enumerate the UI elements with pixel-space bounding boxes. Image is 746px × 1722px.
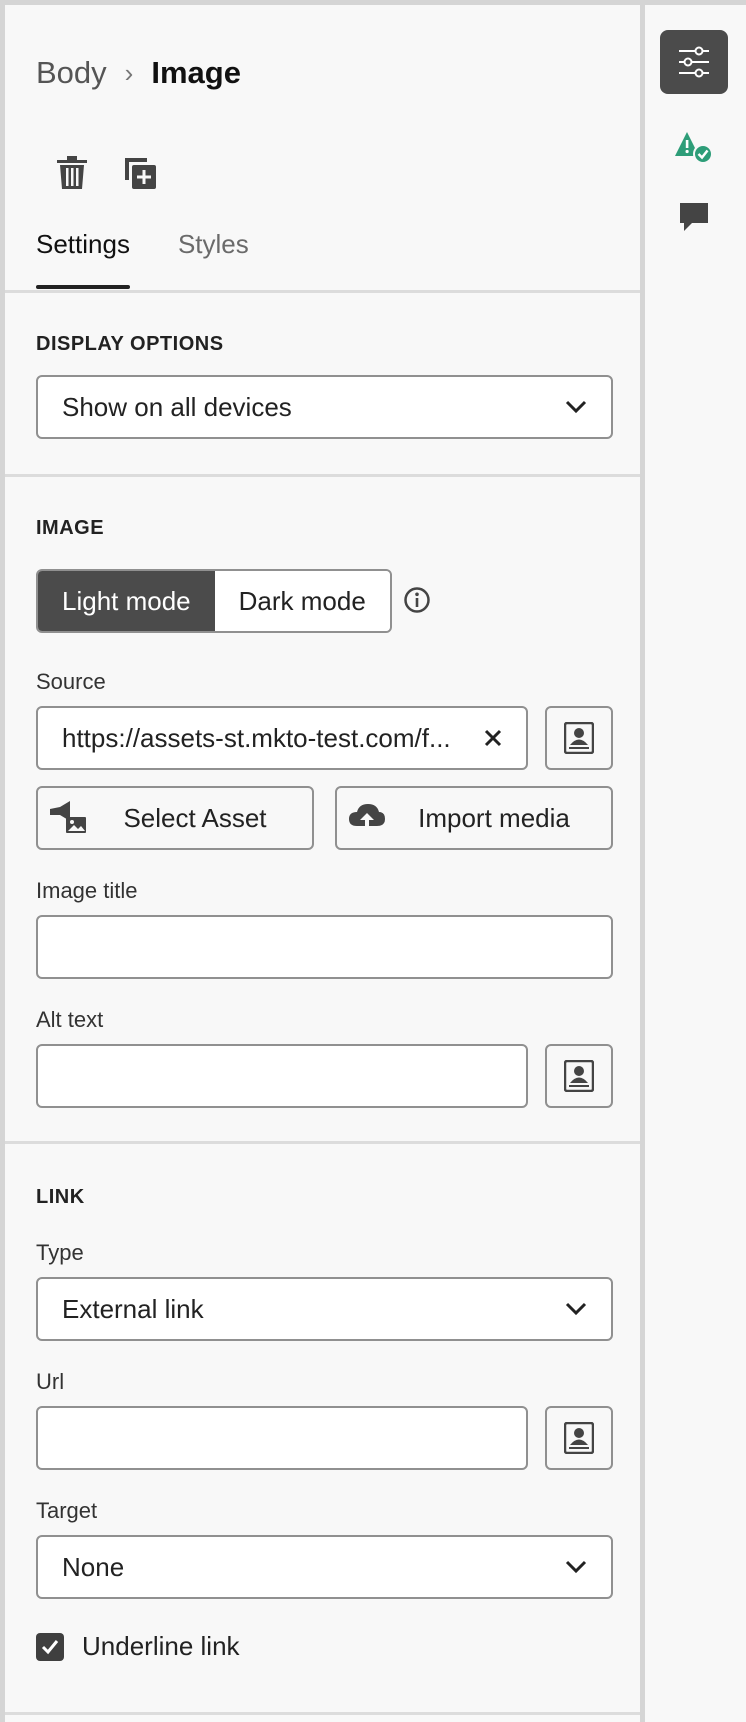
underline-link-label: Underline link — [82, 1631, 240, 1661]
source-label: Source — [36, 669, 106, 694]
clear-icon[interactable] — [484, 729, 502, 747]
chevron-down-icon — [565, 400, 587, 414]
mode-toggle: Light mode Dark mode — [36, 569, 392, 633]
target-value: None — [62, 1551, 125, 1582]
source-value: https://assets-st.mkto-test.com/f... — [62, 722, 451, 753]
breadcrumb-parent[interactable]: Body — [36, 55, 107, 91]
link-type-value: External link — [62, 1293, 204, 1324]
personalization-icon — [564, 1060, 594, 1092]
url-personalize-button[interactable] — [545, 1406, 613, 1470]
divider — [5, 290, 640, 293]
divider — [5, 1141, 640, 1144]
comments-rail-button[interactable] — [660, 185, 728, 249]
cloud-upload-icon — [349, 804, 385, 832]
target-select[interactable]: None — [36, 1535, 613, 1599]
select-asset-button[interactable]: Select Asset — [36, 786, 314, 850]
properties-panel: Body › Image Settings Styles DISPLAY OPT… — [5, 5, 640, 1722]
divider — [5, 1712, 640, 1715]
link-type-select[interactable]: External link — [36, 1277, 613, 1341]
source-personalize-button[interactable] — [545, 706, 613, 770]
select-asset-label: Select Asset — [123, 802, 267, 833]
light-mode-button[interactable]: Light mode — [38, 571, 215, 631]
url-label: Url — [36, 1369, 65, 1394]
panel-tabs: Settings Styles — [36, 229, 249, 289]
link-type-label: Type — [36, 1240, 84, 1265]
settings-rail-button[interactable] — [660, 30, 728, 94]
settings-sliders-icon — [679, 46, 709, 78]
breadcrumb: Body › Image — [36, 55, 241, 91]
display-options-value: Show on all devices — [62, 391, 292, 422]
delete-button[interactable] — [49, 150, 95, 196]
trash-icon — [57, 156, 87, 189]
checkmark-icon — [41, 1639, 59, 1654]
underline-link-row[interactable]: Underline link — [36, 1631, 240, 1662]
underline-link-checkbox[interactable] — [36, 1632, 64, 1661]
target-label: Target — [36, 1498, 98, 1523]
duplicate-button[interactable] — [117, 150, 163, 196]
source-input[interactable]: https://assets-st.mkto-test.com/f... — [36, 706, 528, 770]
image-title-label: Image title — [36, 878, 138, 903]
breadcrumb-separator: › — [124, 57, 134, 88]
tab-settings[interactable]: Settings — [36, 229, 130, 289]
duplicate-icon — [125, 158, 156, 189]
display-options-heading: DISPLAY OPTIONS — [36, 333, 224, 355]
link-heading: LINK — [36, 1186, 85, 1208]
chevron-down-icon — [565, 1560, 587, 1574]
validation-rail-button[interactable] — [660, 115, 728, 179]
right-rail — [645, 5, 746, 1722]
info-icon[interactable] — [403, 586, 431, 619]
import-media-button[interactable]: Import media — [335, 786, 613, 850]
image-title-input[interactable] — [36, 915, 613, 979]
image-heading: IMAGE — [36, 517, 105, 539]
url-input[interactable] — [36, 1406, 528, 1470]
divider — [5, 474, 640, 477]
personalization-icon — [564, 722, 594, 754]
comment-icon — [680, 203, 708, 231]
breadcrumb-current: Image — [151, 55, 241, 90]
tab-styles[interactable]: Styles — [178, 229, 249, 289]
import-media-label: Import media — [418, 802, 570, 833]
chevron-down-icon — [565, 1302, 587, 1316]
alt-text-personalize-button[interactable] — [545, 1044, 613, 1108]
alt-text-label: Alt text — [36, 1007, 104, 1032]
alt-text-input[interactable] — [36, 1044, 528, 1108]
dark-mode-button[interactable]: Dark mode — [214, 571, 390, 631]
validation-status-icon — [675, 132, 713, 164]
display-options-select[interactable]: Show on all devices — [36, 375, 613, 439]
personalization-icon — [564, 1422, 594, 1454]
asset-megaphone-icon — [50, 801, 86, 833]
